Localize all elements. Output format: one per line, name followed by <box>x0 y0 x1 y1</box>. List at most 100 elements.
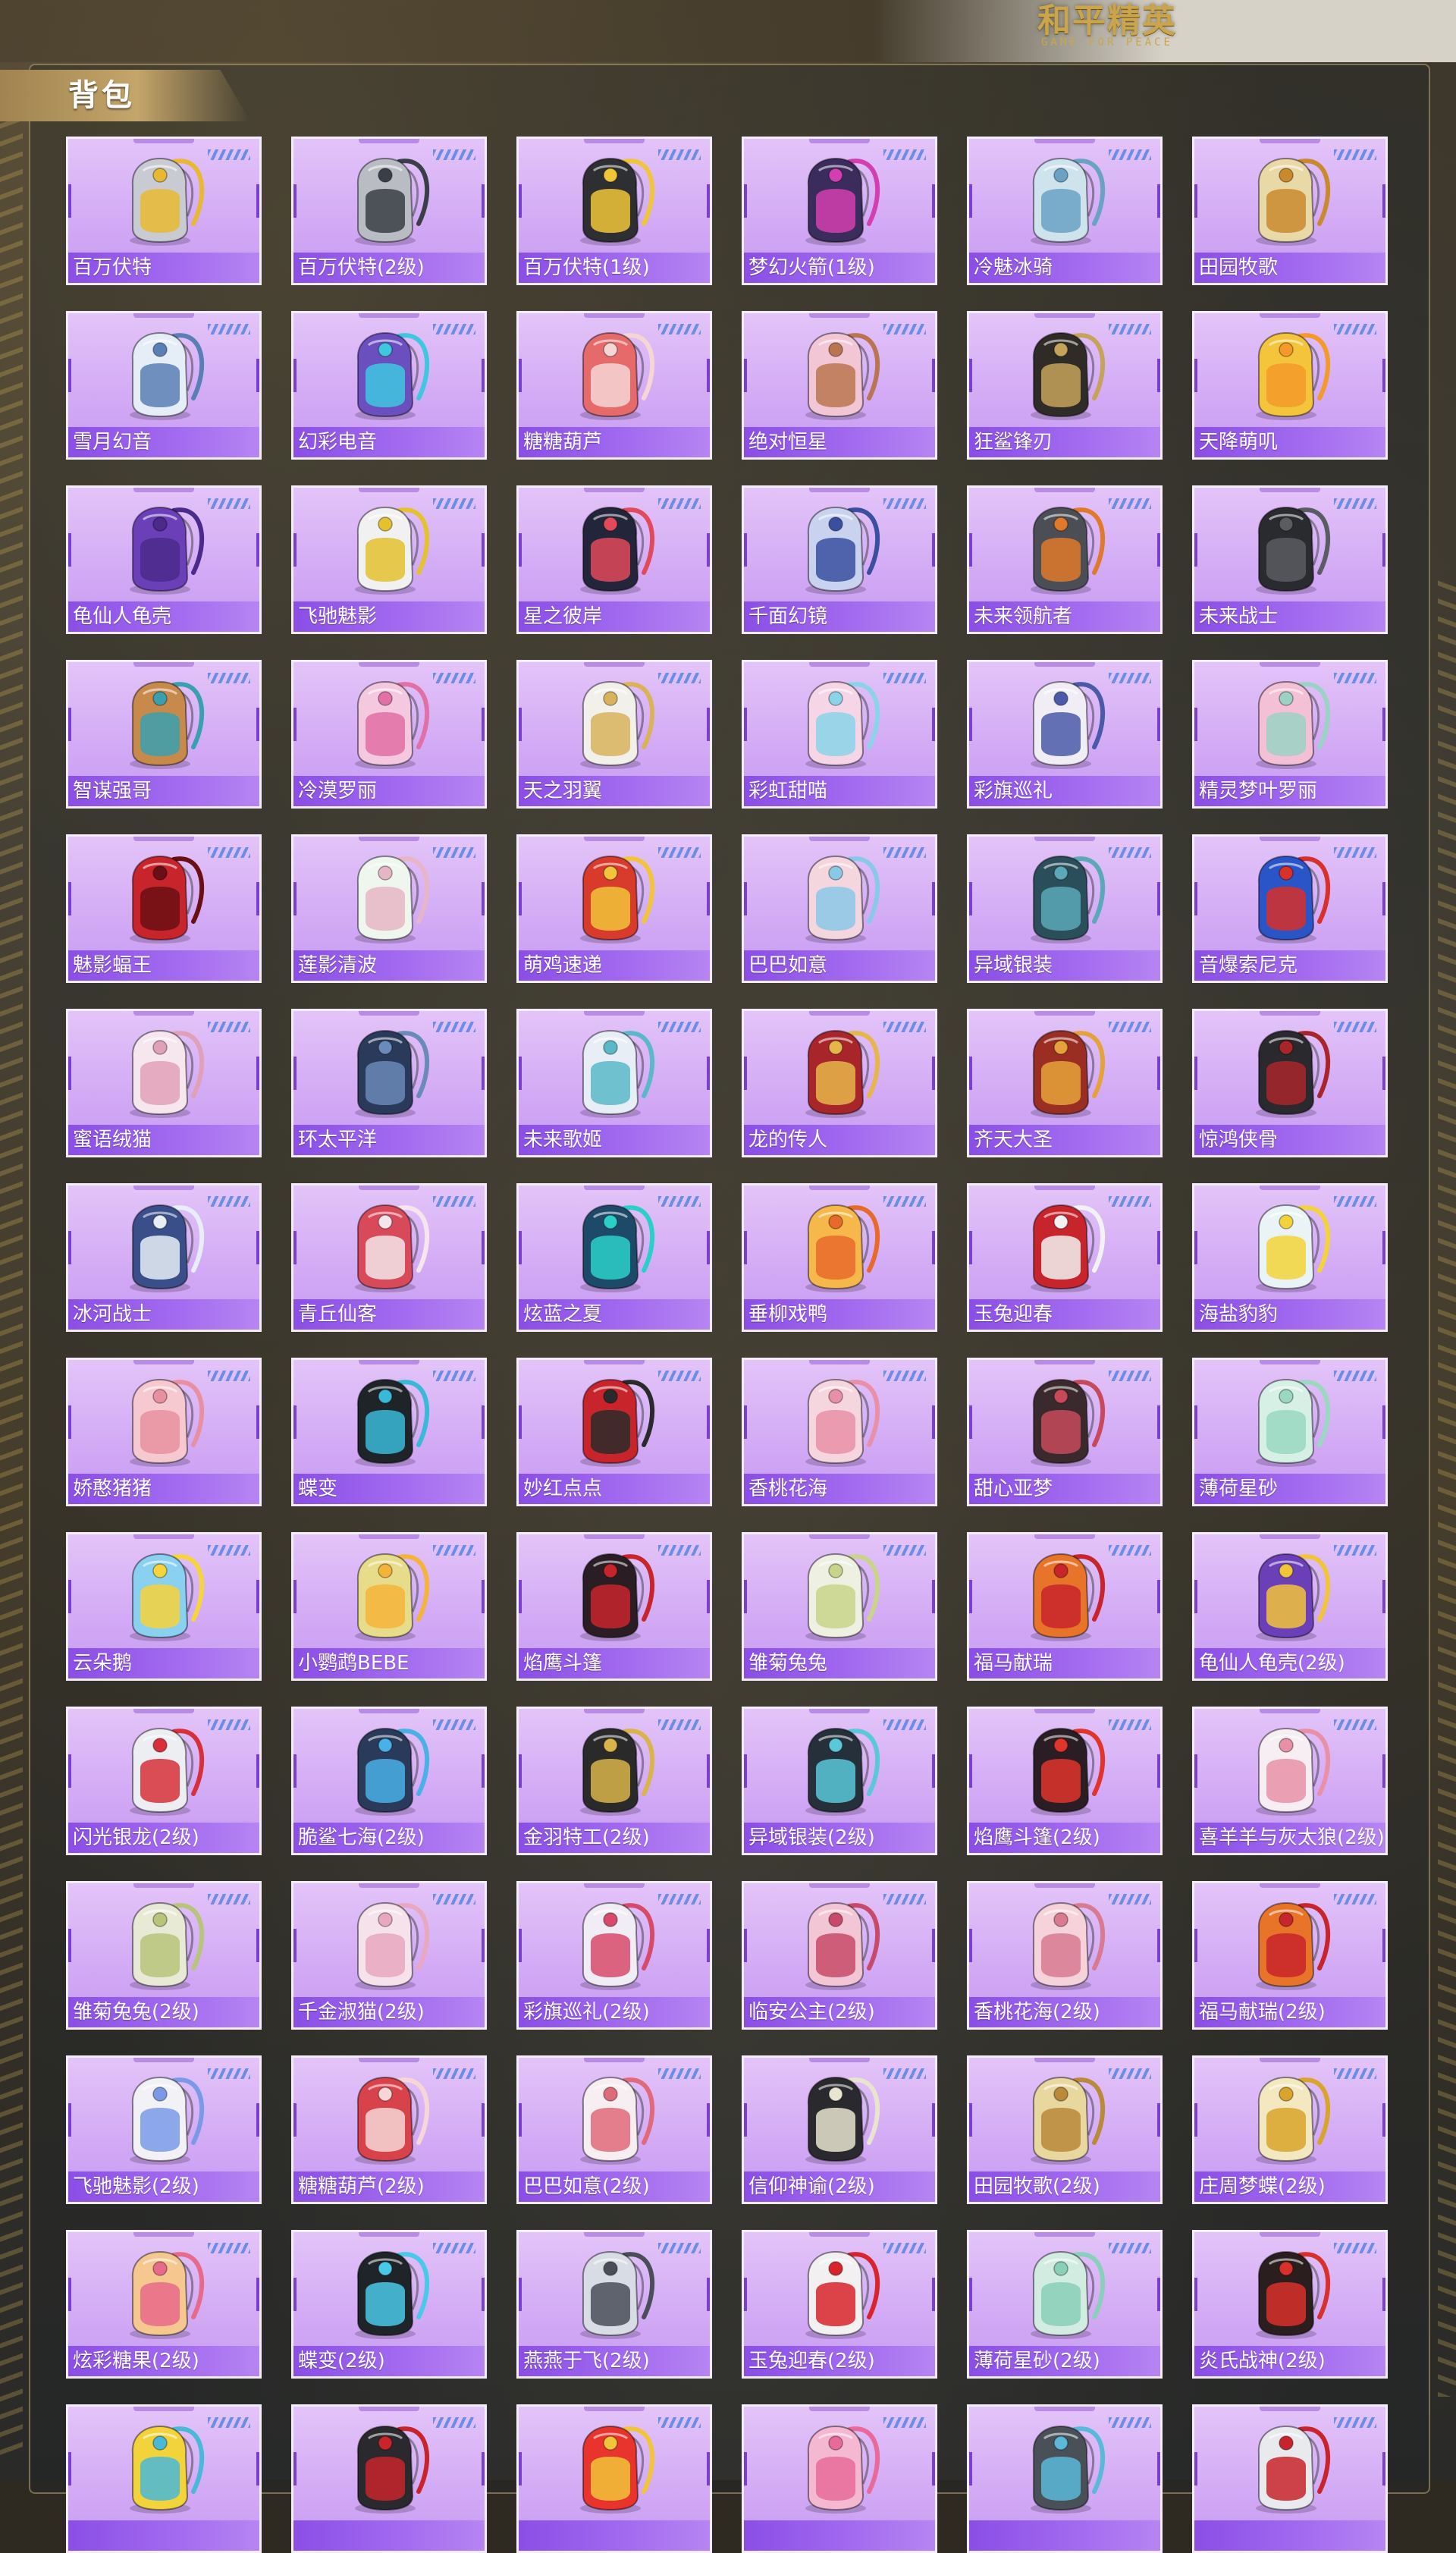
backpack-card[interactable]: 龙的传人 <box>742 1009 937 1157</box>
backpack-card[interactable]: 龟仙人龟壳 <box>66 485 262 634</box>
backpack-card[interactable]: 蝶变(2级) <box>291 2230 487 2379</box>
backpack-card[interactable]: 田园牧歌 <box>1192 137 1388 285</box>
backpack-icon <box>1015 148 1114 251</box>
backpack-card[interactable]: 薄荷星砂 <box>1192 1358 1388 1506</box>
backpack-card[interactable]: 齐天大圣 <box>967 1009 1163 1157</box>
backpack-card[interactable]: 田园牧歌(2级) <box>967 2055 1163 2204</box>
backpack-card[interactable]: 炫蓝之夏 <box>516 1183 712 1332</box>
backpack-card[interactable]: 异域银装 <box>967 834 1163 983</box>
backpack-card[interactable]: 幻彩电音 <box>291 311 487 460</box>
backpack-card[interactable]: 莲影清波 <box>291 834 487 983</box>
backpack-card[interactable]: 千金淑猫(2级) <box>291 1881 487 2030</box>
rarity-stripes-icon <box>433 2068 475 2079</box>
backpack-card[interactable]: 云朵鹅 <box>66 1532 262 1681</box>
backpack-card[interactable]: 闪光银龙(2级) <box>66 1707 262 1855</box>
backpack-card[interactable]: 梦幻火箭(1级) <box>742 137 937 285</box>
backpack-card[interactable]: 喜羊羊与灰太狼(2级) <box>1192 1707 1388 1855</box>
backpack-card[interactable]: 冷漠罗丽 <box>291 660 487 809</box>
card-top-notch <box>1260 662 1320 667</box>
backpack-card[interactable]: 音爆索尼克 <box>1192 834 1388 983</box>
backpack-card[interactable] <box>967 2404 1163 2553</box>
backpack-card[interactable]: 信仰神谕(2级) <box>742 2055 937 2204</box>
backpack-card[interactable] <box>291 2404 487 2553</box>
backpack-card[interactable]: 百万伏特(2级) <box>291 137 487 285</box>
backpack-card[interactable] <box>516 2404 712 2553</box>
backpack-card[interactable]: 香桃花海 <box>742 1358 937 1506</box>
backpack-card[interactable]: 福马献瑞(2级) <box>1192 1881 1388 2030</box>
backpack-card[interactable]: 冷魅冰骑 <box>967 137 1163 285</box>
backpack-card[interactable]: 雏菊兔兔 <box>742 1532 937 1681</box>
backpack-card[interactable]: 飞驰魅影(2级) <box>66 2055 262 2204</box>
backpack-card[interactable]: 青丘仙客 <box>291 1183 487 1332</box>
backpack-card[interactable]: 玉兔迎春(2级) <box>742 2230 937 2379</box>
backpack-card[interactable]: 临安公主(2级) <box>742 1881 937 2030</box>
card-top-notch <box>359 1534 419 1539</box>
backpack-card[interactable]: 彩旗巡礼 <box>967 660 1163 809</box>
backpack-name: 龙的传人 <box>744 1125 935 1155</box>
backpack-card[interactable]: 巴巴如意 <box>742 834 937 983</box>
backpack-card[interactable]: 彩旗巡礼(2级) <box>516 1881 712 2030</box>
backpack-card[interactable]: 焰鹰斗篷(2级) <box>967 1707 1163 1855</box>
backpack-name: 庄周梦蝶(2级) <box>1194 2171 1385 2202</box>
backpack-card[interactable] <box>1192 2404 1388 2553</box>
backpack-card[interactable]: 甜心亚梦 <box>967 1358 1163 1506</box>
backpack-card[interactable]: 魅影蝠王 <box>66 834 262 983</box>
backpack-card[interactable]: 彩虹甜喵 <box>742 660 937 809</box>
backpack-card[interactable]: 天之羽翼 <box>516 660 712 809</box>
backpack-card[interactable]: 星之彼岸 <box>516 485 712 634</box>
backpack-card[interactable]: 炫彩糖果(2级) <box>66 2230 262 2379</box>
backpack-card[interactable]: 小鹦鹉BEBE <box>291 1532 487 1681</box>
rarity-stripes-icon <box>658 1022 701 1032</box>
backpack-card[interactable]: 燕燕于飞(2级) <box>516 2230 712 2379</box>
backpack-card[interactable]: 垂柳戏鸭 <box>742 1183 937 1332</box>
backpack-card[interactable]: 飞驰魅影 <box>291 485 487 634</box>
backpack-card[interactable]: 蝶变 <box>291 1358 487 1506</box>
backpack-card[interactable]: 冰河战士 <box>66 1183 262 1332</box>
backpack-card[interactable]: 龟仙人龟壳(2级) <box>1192 1532 1388 1681</box>
backpack-icon <box>115 322 213 426</box>
card-top-notch <box>1260 1011 1320 1016</box>
backpack-card[interactable]: 糖糖葫芦(2级) <box>291 2055 487 2204</box>
backpack-card[interactable]: 玉兔迎春 <box>967 1183 1163 1332</box>
backpack-card[interactable]: 未来领航者 <box>967 485 1163 634</box>
backpack-card[interactable]: 娇憨猪猪 <box>66 1358 262 1506</box>
backpack-card[interactable]: 未来战士 <box>1192 485 1388 634</box>
backpack-card[interactable]: 绝对恒星 <box>742 311 937 460</box>
backpack-name: 临安公主(2级) <box>744 1997 935 2027</box>
backpack-card[interactable]: 精灵梦叶罗丽 <box>1192 660 1388 809</box>
backpack-card[interactable]: 妙红点点 <box>516 1358 712 1506</box>
backpack-card[interactable]: 蜜语绒猫 <box>66 1009 262 1157</box>
backpack-card[interactable]: 糖糖葫芦 <box>516 311 712 460</box>
backpack-card[interactable]: 雪月幻音 <box>66 311 262 460</box>
backpack-card[interactable]: 千面幻镜 <box>742 485 937 634</box>
backpack-card[interactable]: 薄荷星砂(2级) <box>967 2230 1163 2379</box>
backpack-card[interactable]: 萌鸡速递 <box>516 834 712 983</box>
backpack-card[interactable]: 百万伏特(1级) <box>516 137 712 285</box>
backpack-card[interactable]: 脆鲨七海(2级) <box>291 1707 487 1855</box>
backpack-icon <box>340 1195 438 1298</box>
backpack-card[interactable]: 天降萌叽 <box>1192 311 1388 460</box>
backpack-card[interactable]: 焰鹰斗篷 <box>516 1532 712 1681</box>
backpack-card[interactable]: 炎氏战神(2级) <box>1192 2230 1388 2379</box>
card-top-notch <box>809 139 870 143</box>
backpack-card[interactable]: 庄周梦蝶(2级) <box>1192 2055 1388 2204</box>
card-top-notch <box>133 313 194 318</box>
card-top-notch <box>1034 1534 1095 1539</box>
backpack-card[interactable]: 雏菊兔兔(2级) <box>66 1881 262 2030</box>
backpack-card[interactable]: 香桃花海(2级) <box>967 1881 1163 2030</box>
backpack-card[interactable]: 巴巴如意(2级) <box>516 2055 712 2204</box>
backpack-card[interactable]: 环太平洋 <box>291 1009 487 1157</box>
backpack-card[interactable]: 海盐豹豹 <box>1192 1183 1388 1332</box>
backpack-card[interactable]: 智谋强哥 <box>66 660 262 809</box>
backpack-card[interactable]: 金羽特工(2级) <box>516 1707 712 1855</box>
backpack-card[interactable]: 未来歌姬 <box>516 1009 712 1157</box>
rarity-stripes-icon <box>1109 149 1151 160</box>
backpack-card[interactable]: 福马献瑞 <box>967 1532 1163 1681</box>
backpack-card[interactable]: 狂鲨锋刃 <box>967 311 1163 460</box>
backpack-card[interactable] <box>742 2404 937 2553</box>
backpack-card[interactable]: 异域银装(2级) <box>742 1707 937 1855</box>
backpack-card[interactable] <box>66 2404 262 2553</box>
backpack-card[interactable]: 惊鸿侠骨 <box>1192 1009 1388 1157</box>
backpack-icon <box>1015 671 1114 774</box>
backpack-card[interactable]: 百万伏特 <box>66 137 262 285</box>
